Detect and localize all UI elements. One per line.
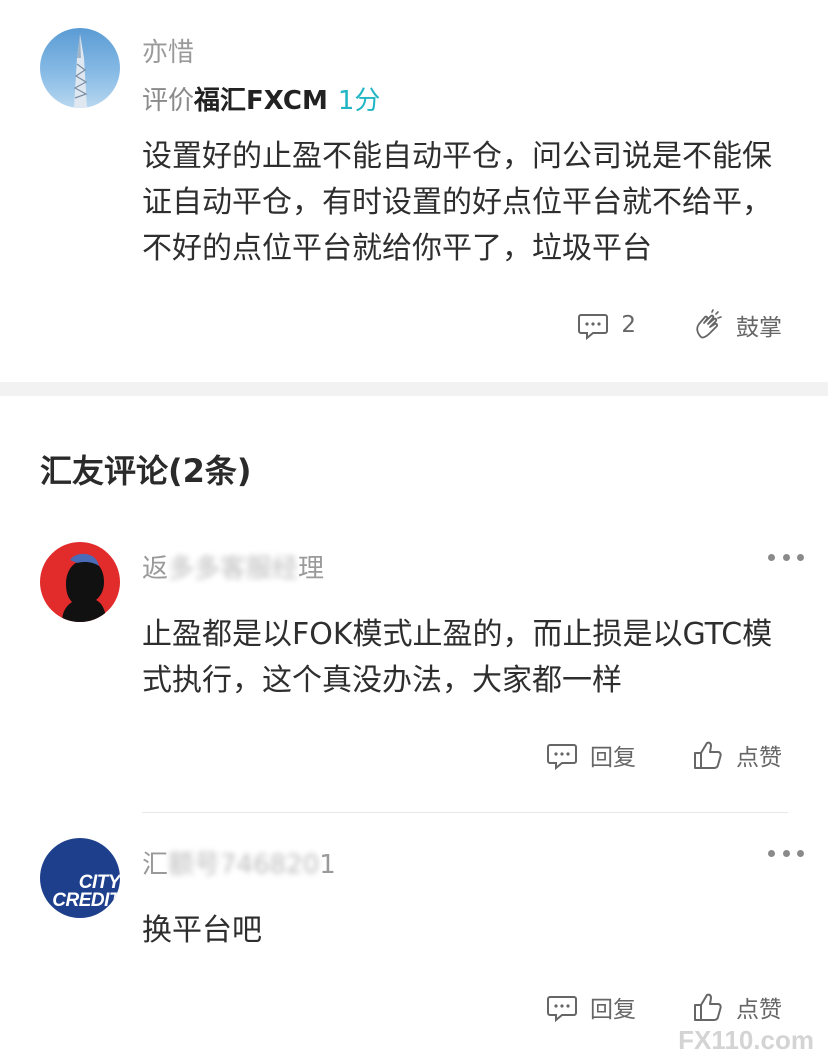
- silhouette-image: [62, 553, 106, 622]
- rating-prefix: 评价: [142, 86, 195, 116]
- like-button[interactable]: 点赞: [692, 738, 782, 772]
- commenter-name-start: 汇: [142, 850, 169, 880]
- comment-content: 止盈都是以FOK模式止盈的，而止损是以GTC模式执行，这个真没办法，大家都一样: [142, 617, 773, 698]
- section-divider: [0, 382, 828, 396]
- comment-bubble-icon: [578, 314, 609, 341]
- rating-score: 1分: [337, 86, 381, 116]
- post-actions: 2 鼓掌: [577, 308, 782, 342]
- comment-content: 换平台吧: [142, 913, 262, 948]
- more-options-icon[interactable]: [768, 554, 804, 564]
- username[interactable]: 亦惜: [142, 32, 194, 69]
- commenter-name[interactable]: 返多多客服经理: [142, 548, 324, 585]
- reply-label: 回复: [590, 997, 636, 1023]
- commenter-avatar[interactable]: [40, 542, 120, 622]
- commenter-name-end: 1: [319, 850, 336, 880]
- commenter-name-start: 返: [142, 554, 169, 584]
- reply-button[interactable]: 回复: [546, 738, 636, 772]
- thumbs-up-icon: [694, 993, 722, 1021]
- applaud-label: 鼓掌: [736, 315, 782, 341]
- like-label: 点赞: [736, 997, 782, 1023]
- review-post: 亦惜 评价福汇FXCM 1分 设置好的止盈不能自动平仓，问公司说是不能保证自动平仓…: [0, 0, 828, 382]
- like-button[interactable]: 点赞: [692, 990, 782, 1024]
- reply-bubble-icon: [547, 744, 577, 771]
- clap-icon: [696, 309, 722, 339]
- applaud-button[interactable]: 鼓掌: [692, 308, 782, 342]
- user-avatar[interactable]: [40, 28, 120, 108]
- comment-item: 返多多客服经理 止盈都是以FOK模式止盈的，而止损是以GTC模式执行，这个真没办…: [0, 542, 828, 812]
- commenter-name-masked: 多多客服经: [168, 554, 299, 584]
- avatar-text-line-2: CREDIT: [52, 890, 120, 911]
- comment-actions: 回复 点赞: [546, 990, 782, 1024]
- commenter-avatar[interactable]: CITY CREDIT: [40, 838, 120, 918]
- comment-separator: [142, 812, 788, 813]
- commenter-name[interactable]: 汇额号7468201: [142, 844, 336, 881]
- like-label: 点赞: [736, 745, 782, 771]
- post-content: 设置好的止盈不能自动平仓，问公司说是不能保证自动平仓，有时设置的好点位平台就不给…: [142, 139, 772, 266]
- reply-bubble-icon: [547, 996, 577, 1023]
- commenter-name-end: 理: [298, 554, 325, 584]
- reply-button[interactable]: 回复: [546, 990, 636, 1024]
- comment-count: 2: [621, 312, 636, 338]
- rating-line: 评价福汇FXCM 1分: [142, 80, 380, 117]
- comments-section-title: 汇友评论(2条): [40, 452, 252, 490]
- broker-link[interactable]: 福汇FXCM: [194, 86, 328, 116]
- comment-actions: 回复 点赞: [546, 738, 782, 772]
- commenter-name-masked: 额号746820: [168, 850, 320, 880]
- skyscraper-image: [73, 34, 88, 108]
- avatar-logo-text: CITY CREDIT: [48, 873, 120, 911]
- watermark-logo: FX110.com: [678, 1025, 814, 1055]
- reply-label: 回复: [590, 745, 636, 771]
- more-options-icon[interactable]: [768, 850, 804, 860]
- thumbs-up-icon: [694, 741, 722, 769]
- comment-button[interactable]: 2: [577, 309, 636, 341]
